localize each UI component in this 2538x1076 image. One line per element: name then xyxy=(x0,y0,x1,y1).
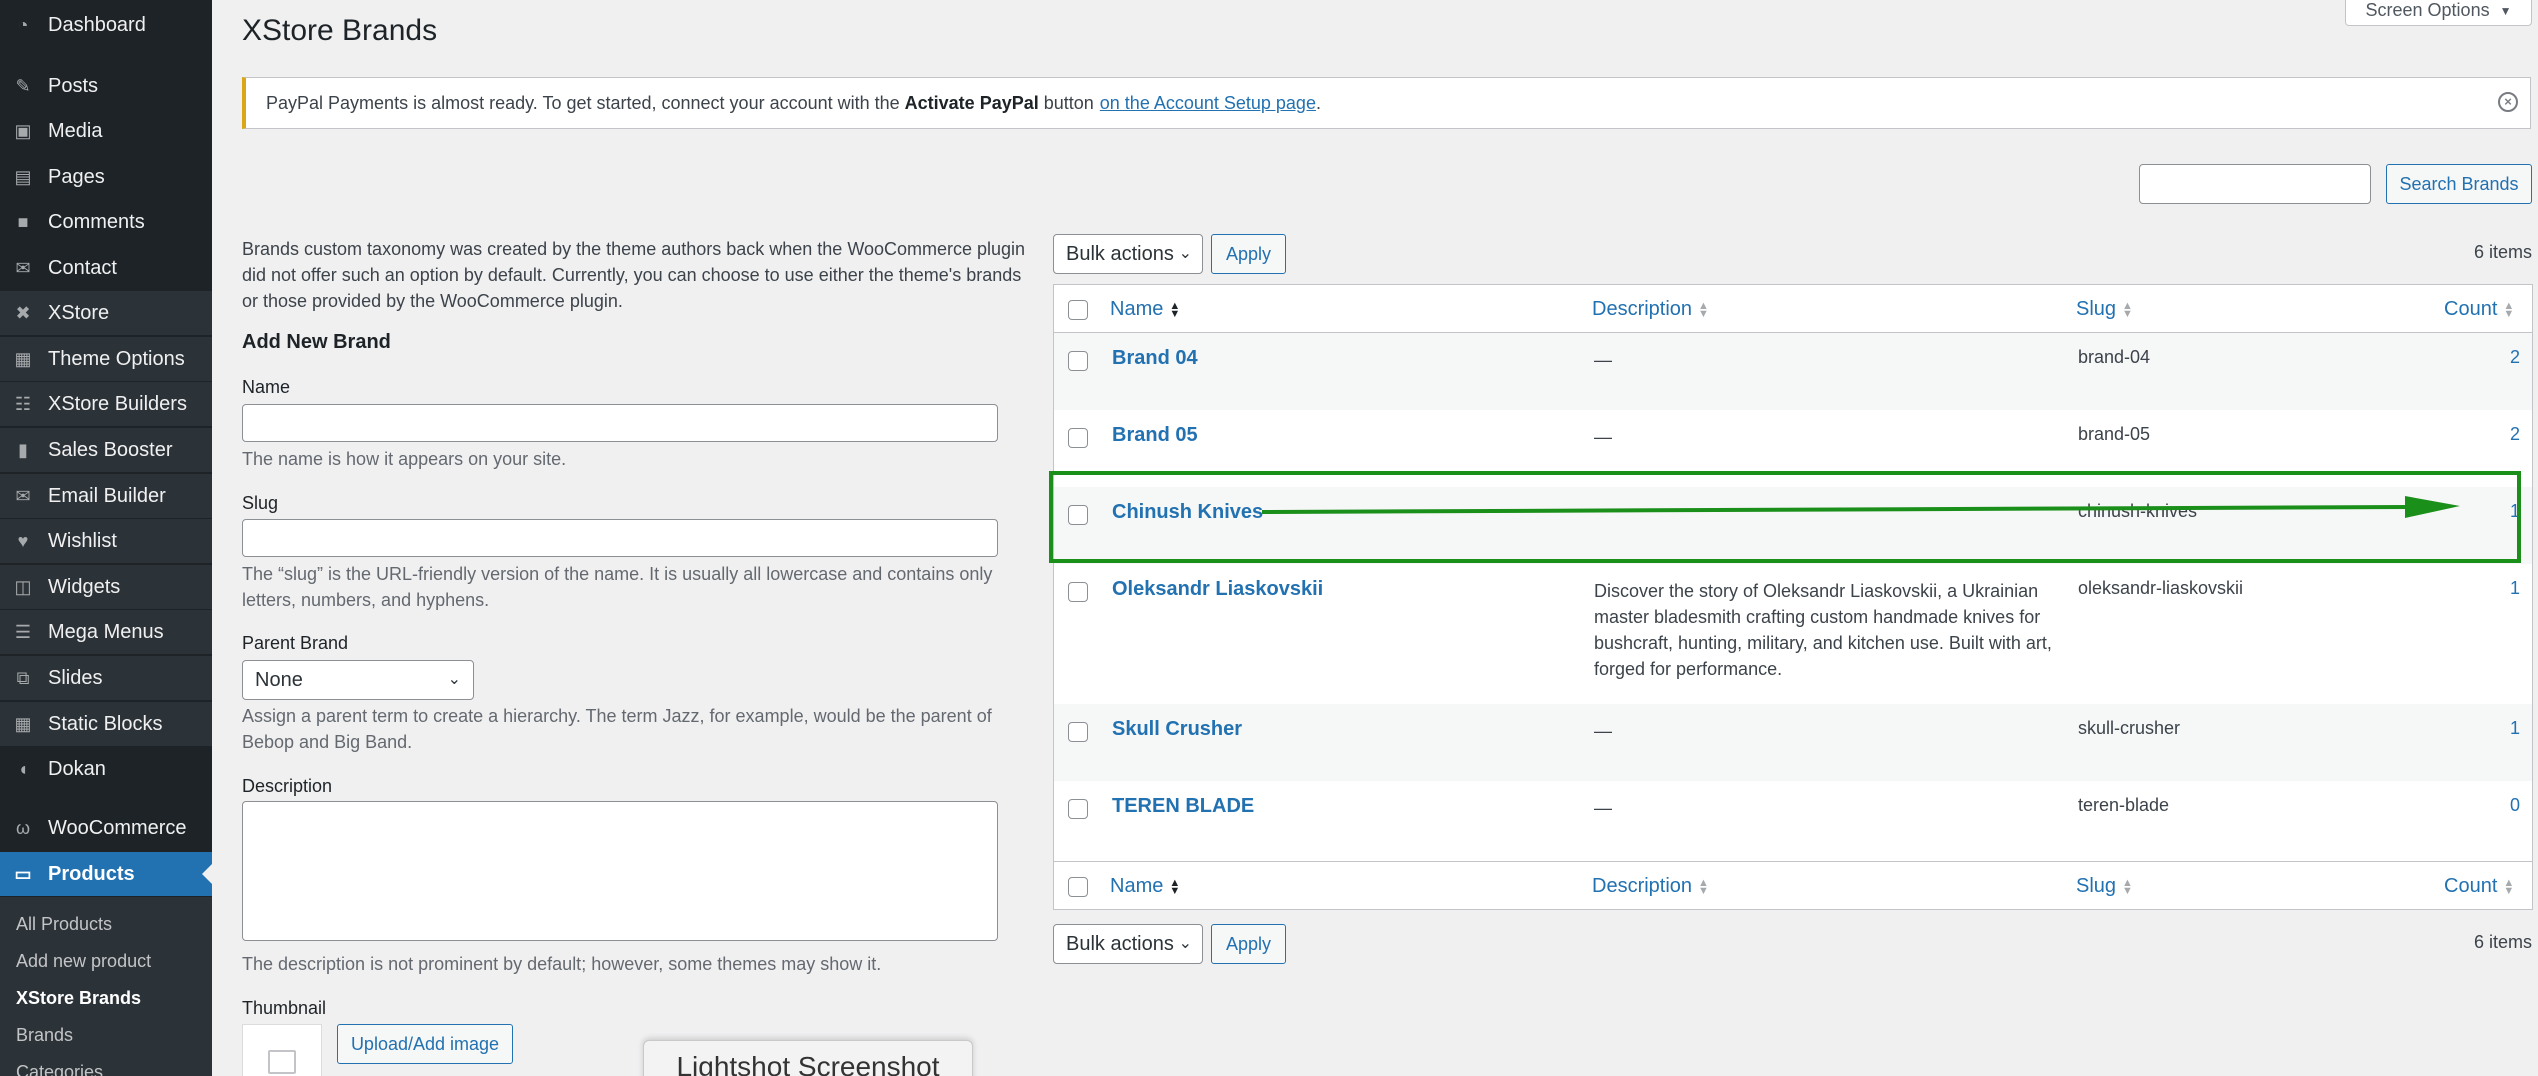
lightshot-tab[interactable]: Lightshot Screenshot xyxy=(643,1040,973,1076)
annotation-arrow xyxy=(1261,496,2460,518)
